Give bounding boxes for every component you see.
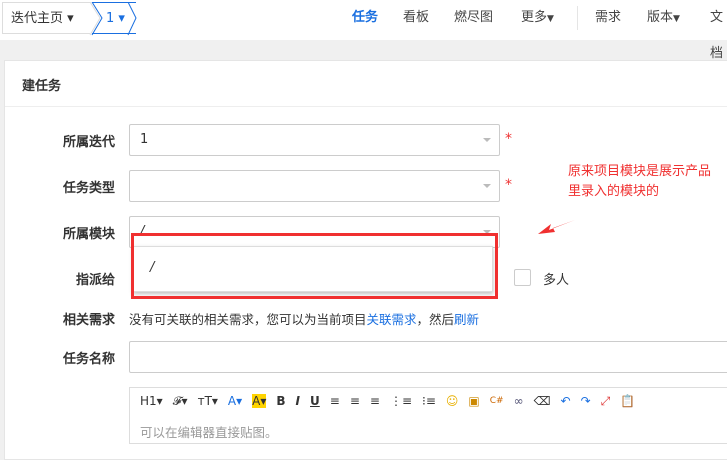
paste-icon[interactable]: 📋 (620, 394, 635, 408)
name-label: 任务名称 (62, 352, 115, 367)
link-icon[interactable]: ∞ (514, 394, 524, 408)
undo-icon[interactable]: ↶ (561, 394, 571, 408)
highlight-box (131, 233, 498, 299)
story-text: 没有可关联的相关需求，您可以为当前项目 (129, 312, 367, 327)
required-mark: * (505, 177, 512, 193)
bold-button[interactable]: B (276, 394, 285, 408)
top-nav: 迭代主页 ▾ 1 ▾ 任务 看板 燃尽图 更多▼ 需求 版本▼ 文档 (0, 0, 727, 61)
nav-more-label: 更多 (521, 10, 548, 25)
iteration-value: 1 (140, 132, 149, 147)
align-right-icon[interactable]: ≡ (370, 394, 380, 408)
iteration-select[interactable]: 1 (129, 124, 500, 156)
story-label: 相关需求 (62, 313, 115, 328)
ordered-list-icon[interactable]: ⋮≡ (390, 394, 412, 408)
breadcrumb-current[interactable]: 1 ▾ (92, 2, 136, 34)
editor-placeholder: 可以在编辑器直接贴图。 (140, 425, 278, 440)
emoji-icon[interactable]: ☺ (446, 394, 459, 408)
multi-label: 多人 (543, 273, 570, 288)
breadcrumb-iteration-home[interactable]: 迭代主页 ▾ (2, 2, 90, 34)
chevron-down-icon (483, 138, 491, 146)
code-icon[interactable]: C# (490, 396, 504, 406)
story-mid: ，然后 (416, 312, 455, 327)
breadcrumb-home-label: 迭代主页 (11, 11, 64, 26)
link-story-link[interactable]: 关联需求 (367, 312, 417, 327)
align-left-icon[interactable]: ≡ (330, 394, 340, 408)
divider (5, 106, 727, 107)
underline-button[interactable]: U (310, 394, 320, 408)
nav-burndown[interactable]: 燃尽图 (454, 0, 493, 36)
nav-story[interactable]: 需求 (595, 0, 621, 36)
nav-task[interactable]: 任务 (352, 0, 378, 36)
nav-board[interactable]: 看板 (403, 0, 429, 36)
editor-toolbar: H1▾ 𝓕▾ тT▾ A▾ A▾ B I U ≡ ≡ ≡ ⋮≡ ⁝≡ ☺ ▣ C… (129, 387, 727, 415)
chevron-down-icon (483, 184, 491, 192)
page-title: 建任务 (22, 79, 62, 94)
annotation-arrow-icon (538, 220, 575, 234)
multi-checkbox[interactable] (514, 269, 531, 286)
nav-release[interactable]: 版本▼ (647, 0, 680, 36)
eraser-icon[interactable]: ⌫ (534, 394, 551, 408)
nav-doc[interactable]: 文档 (710, 0, 727, 61)
font-size-button[interactable]: тT▾ (198, 394, 218, 408)
unordered-list-icon[interactable]: ⁝≡ (422, 394, 436, 408)
redo-icon[interactable]: ↷ (581, 394, 591, 408)
story-hint: 没有可关联的相关需求，您可以为当前项目关联需求，然后刷新 (129, 309, 479, 328)
refresh-link[interactable]: 刷新 (454, 312, 479, 327)
heading-button[interactable]: H1▾ (140, 394, 163, 408)
type-label: 任务类型 (62, 181, 115, 196)
annotation-text: 原来项目模块是展示产品里录入的模块的 (568, 164, 712, 199)
iteration-label: 所属迭代 (62, 135, 115, 150)
nav-release-label: 版本 (647, 10, 674, 25)
image-icon[interactable]: ▣ (468, 394, 479, 408)
type-select[interactable] (129, 170, 500, 202)
assign-label: 指派给 (75, 273, 115, 288)
nav-more[interactable]: 更多▼ (521, 0, 554, 36)
align-center-icon[interactable]: ≡ (350, 394, 360, 408)
module-label: 所属模块 (62, 227, 115, 242)
breadcrumb-current-label: 1 (106, 11, 115, 26)
font-color-button[interactable]: A▾ (228, 394, 242, 408)
italic-button[interactable]: I (296, 394, 300, 408)
highlight-color-button[interactable]: A▾ (252, 394, 267, 408)
task-name-input[interactable] (129, 341, 727, 373)
editor-area[interactable]: 可以在编辑器直接贴图。 (129, 414, 727, 444)
required-mark: * (505, 131, 512, 147)
font-family-button[interactable]: 𝓕▾ (173, 394, 188, 409)
fullscreen-icon[interactable]: ⤢ (601, 394, 611, 409)
nav-divider (577, 6, 578, 30)
